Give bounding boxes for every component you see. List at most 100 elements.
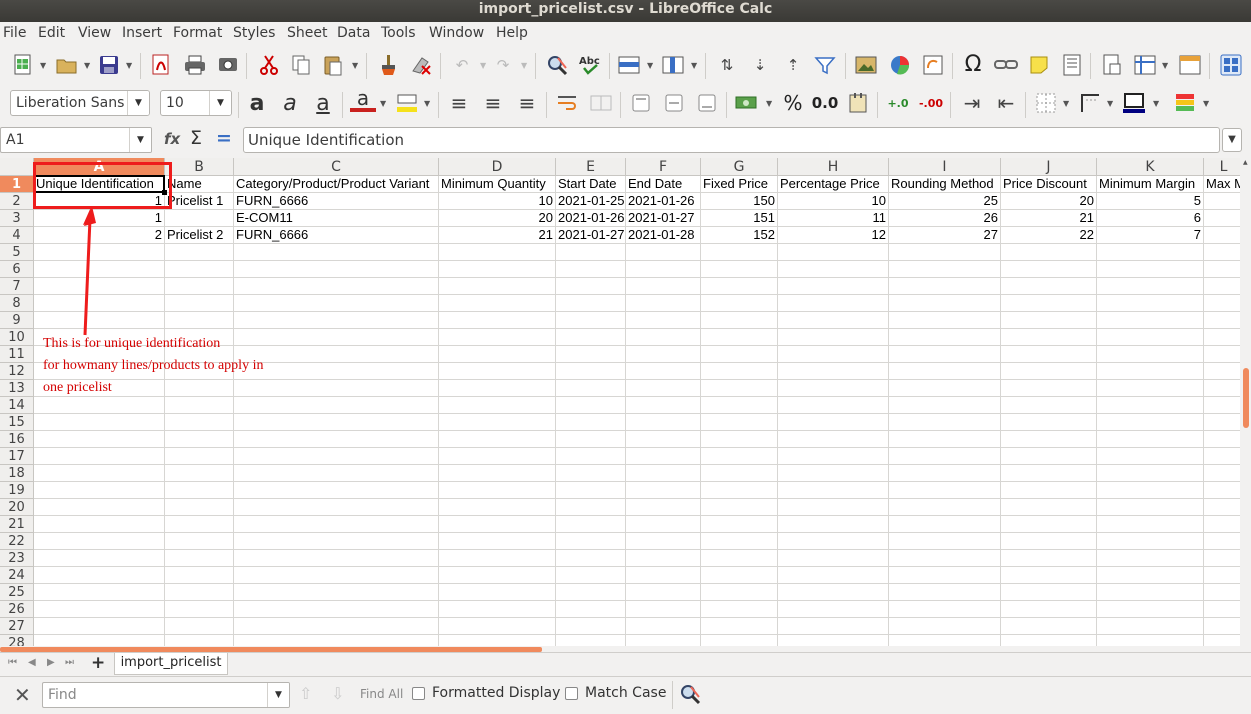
column-icon[interactable] [660,52,686,78]
row-header-14[interactable]: 14 [0,397,34,414]
row-header-13[interactable]: 13 [0,380,34,397]
row-header-8[interactable]: 8 [0,295,34,312]
sheet-tab-import-pricelist[interactable]: import_pricelist [114,653,228,675]
table-cell[interactable]: Pricelist 1 [165,193,234,210]
borders-icon[interactable] [1033,90,1059,116]
row-header-11[interactable]: 11 [0,346,34,363]
table-cell[interactable]: 150 [701,193,778,210]
row-header-5[interactable]: 5 [0,244,34,261]
name-box[interactable]: A1 ▼ [0,127,152,153]
row-header-1[interactable]: 1 [0,176,34,193]
underline-icon[interactable]: a [310,90,336,116]
vertical-scroll-thumb[interactable] [1243,368,1249,428]
table-cell[interactable]: 20 [439,210,556,227]
center-vertically-icon[interactable] [661,90,687,116]
italic-icon[interactable]: a [277,90,303,116]
header-cell[interactable]: Name [165,176,234,193]
chevron-down-icon[interactable]: ▼ [209,91,231,115]
row-header-15[interactable]: 15 [0,414,34,431]
font-name-box[interactable]: Liberation Sans ▼ [10,90,150,116]
sidebar-icon[interactable] [1218,52,1244,78]
row-header-3[interactable]: 3 [0,210,34,227]
row-header-12[interactable]: 12 [0,363,34,380]
table-cell[interactable]: 6 [1097,210,1204,227]
header-cell[interactable]: Minimum Margin [1097,176,1204,193]
previous-sheet-icon[interactable]: ◀ [28,657,36,668]
column-header-d[interactable]: D [439,158,556,176]
find-input[interactable]: Find ▼ [42,682,290,708]
header-cell[interactable]: Fixed Price [701,176,778,193]
wrap-text-icon[interactable] [554,90,580,116]
table-cell[interactable]: 151 [701,210,778,227]
special-character-icon[interactable]: Ω [960,51,986,77]
sum-icon[interactable]: Σ [190,127,202,149]
chevron-down-icon[interactable]: ▼ [267,683,289,707]
table-cell[interactable]: 2021-01-25 [556,193,626,210]
table-cell[interactable]: 27 [889,227,1001,244]
freeze-rows-columns-icon[interactable] [1132,52,1158,78]
table-cell[interactable]: 1 [34,210,165,227]
comment-icon[interactable] [1026,52,1052,78]
menu-view[interactable]: View [78,25,111,41]
borders-dropdown-icon[interactable]: ▼ [1063,99,1069,108]
new-dropdown-icon[interactable]: ▼ [40,61,46,70]
table-cell[interactable] [1204,210,1240,227]
paste-dropdown-icon[interactable]: ▼ [352,61,358,70]
border-style-dropdown-icon[interactable]: ▼ [1107,99,1113,108]
row-header-6[interactable]: 6 [0,261,34,278]
clone-formatting-icon[interactable] [375,52,401,78]
sort-icon[interactable]: ⇅ [714,52,740,78]
last-sheet-icon[interactable]: ⏭ [65,657,74,668]
open-folder-icon[interactable] [54,52,80,78]
column-header-i[interactable]: I [889,158,1001,176]
table-cell[interactable]: 25 [889,193,1001,210]
header-cell[interactable]: Start Date [556,176,626,193]
find-next-icon[interactable]: ⇩ [331,684,344,703]
row-icon[interactable] [616,52,642,78]
hyperlink-icon[interactable] [993,52,1019,78]
table-cell[interactable] [165,210,234,227]
header-cell[interactable]: Max M [1204,176,1240,193]
expand-formula-icon[interactable]: ▼ [1222,128,1242,152]
function-wizard-icon[interactable]: fx [164,130,180,148]
undo-icon[interactable]: ↶ [449,52,475,78]
sort-ascending-icon[interactable]: ⇡ [780,52,806,78]
menu-styles[interactable]: Styles [233,25,275,41]
header-cell[interactable]: Minimum Quantity [439,176,556,193]
menu-help[interactable]: Help [496,25,528,41]
table-cell[interactable]: 2021-01-28 [626,227,701,244]
row-header-24[interactable]: 24 [0,567,34,584]
decrease-indent-icon[interactable]: ⇤ [993,90,1019,116]
increase-indent-icon[interactable]: ⇥ [959,90,985,116]
border-style-icon[interactable] [1077,90,1103,116]
currency-format-icon[interactable] [734,90,760,116]
table-cell[interactable]: 2 [34,227,165,244]
table-cell[interactable]: Pricelist 2 [165,227,234,244]
chevron-down-icon[interactable]: ▼ [127,91,149,115]
row-header-7[interactable]: 7 [0,278,34,295]
menu-format[interactable]: Format [173,25,222,41]
scroll-up-icon[interactable]: ▲ [1243,160,1248,166]
table-cell[interactable]: 5 [1097,193,1204,210]
spreadsheet-grid[interactable]: A B C D E F G H I J K L 1 2 3 4 5 6 7 8 9 10 11 12 13 14 15 16 17 18 1… [0,158,1240,650]
redo-dropdown-icon[interactable]: ▼ [521,61,527,70]
column-header-c[interactable]: C [234,158,439,176]
conditional-format-icon[interactable] [1172,90,1198,116]
font-size-box[interactable]: 10 ▼ [160,90,232,116]
column-header-k[interactable]: K [1097,158,1204,176]
first-sheet-icon[interactable]: ⏮ [8,657,17,668]
column-header-l[interactable]: L [1204,158,1240,176]
table-cell[interactable] [1204,193,1240,210]
highlighting-color-icon[interactable] [394,90,420,116]
border-color-dropdown-icon[interactable]: ▼ [1153,99,1159,108]
insert-image-icon[interactable] [853,52,879,78]
date-format-icon[interactable] [845,90,871,116]
new-document-icon[interactable] [10,52,36,78]
table-cell[interactable]: FURN_6666 [234,227,439,244]
row-header-22[interactable]: 22 [0,533,34,550]
row-header-9[interactable]: 9 [0,312,34,329]
formula-input[interactable]: Unique Identification [243,127,1220,153]
table-cell[interactable]: 152 [701,227,778,244]
column-header-f[interactable]: F [626,158,701,176]
add-sheet-icon[interactable]: + [91,653,105,673]
